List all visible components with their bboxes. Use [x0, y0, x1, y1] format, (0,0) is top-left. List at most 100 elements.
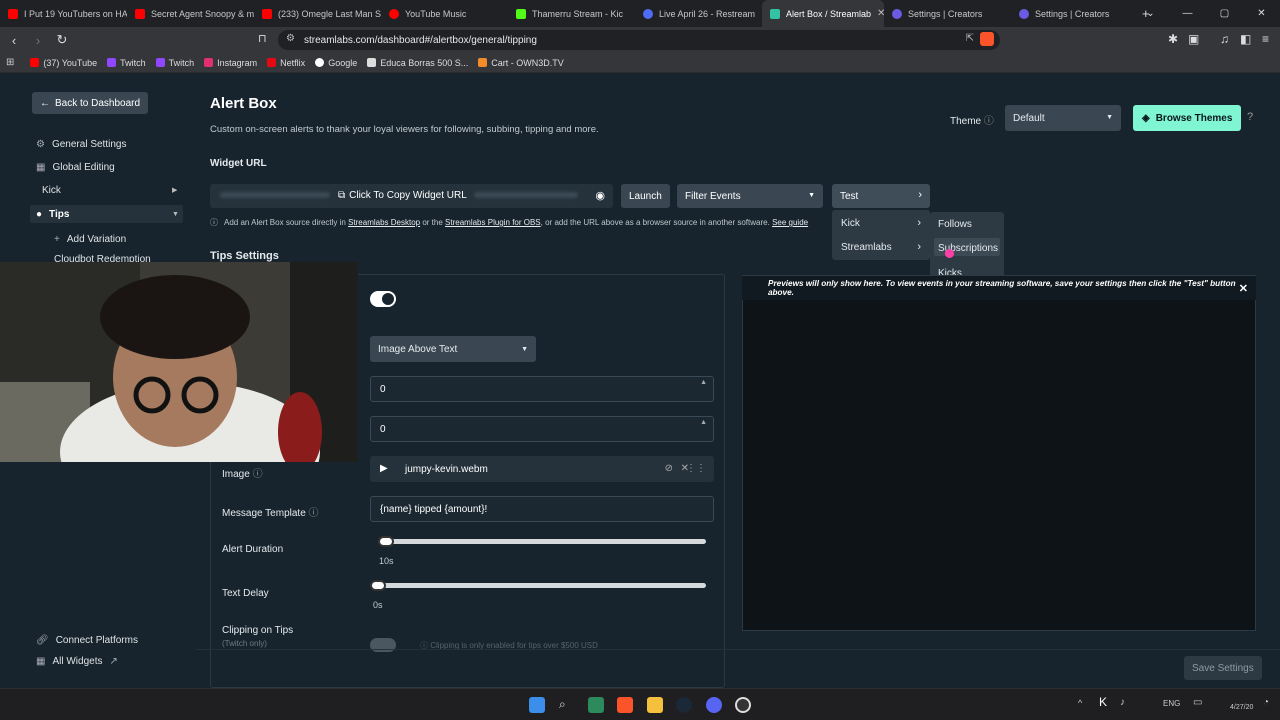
launch-label: Launch [629, 190, 662, 202]
apps-icon[interactable]: ⊞ [6, 57, 14, 68]
browser-tab[interactable]: I Put 19 YouTubers on HA [0, 0, 127, 27]
bookmark-item[interactable]: Educa Borras 500 S... [367, 58, 468, 68]
site-info-icon[interactable]: ⚙ [286, 33, 295, 44]
sidebar-toggle-icon[interactable]: ◧ [1240, 32, 1251, 46]
clock-date[interactable]: 4/27/20 [1230, 704, 1253, 711]
bookmark-item[interactable]: Instagram [204, 58, 257, 68]
tab-search-icon[interactable]: ⌄ [1132, 8, 1169, 19]
test-menu-item-kick[interactable]: Kick › [841, 216, 925, 230]
document-icon [367, 58, 377, 67]
bookmark-item[interactable]: Netflix [267, 58, 305, 68]
image-file-field[interactable]: ▶ jumpy-kevin.webm ⊘ ✕ ⋮⋮ [370, 456, 714, 482]
help-icon[interactable]: ? [1247, 111, 1253, 123]
browser-tab[interactable]: Thamerru Stream - Kic [508, 0, 635, 27]
minimize-icon[interactable]: — [1169, 8, 1206, 19]
window-controls: ⌄ — ▢ ✕ [1132, 0, 1280, 27]
url-field[interactable]: ⚙ streamlabs.com/dashboard#/alertbox/gen… [278, 30, 1000, 50]
notification-icon[interactable]: ◔ [1263, 697, 1269, 708]
see-guide-link[interactable]: See guide [772, 218, 808, 227]
launch-button[interactable]: Launch [621, 184, 670, 208]
alert-duration-slider[interactable] [378, 539, 706, 544]
browser-tab[interactable]: (233) Omegle Last Man St [254, 0, 381, 27]
display-icon[interactable]: ▭ [1193, 697, 1202, 708]
back-to-dashboard-button[interactable]: ← Back to Dashboard [32, 92, 149, 114]
blurred-url [220, 192, 330, 198]
close-icon[interactable]: ✕ [1239, 282, 1248, 295]
browser-tab-active[interactable]: Alert Box / Streamlab ✕ [762, 0, 884, 27]
browse-label: Browse Themes [1155, 112, 1233, 124]
eye-icon[interactable]: ◉ [595, 189, 605, 202]
link-icon[interactable]: ⊘ [665, 463, 673, 474]
toggle-knob [382, 293, 394, 305]
save-settings-button[interactable]: Save Settings [1184, 656, 1262, 680]
theme-value: Default [1013, 113, 1045, 124]
copy-widget-url-button[interactable]: ⧉ Click To Copy Widget URL [338, 190, 467, 201]
folder-icon[interactable] [647, 697, 663, 713]
enable-toggle[interactable] [370, 291, 396, 307]
number-input[interactable]: 0 ▲ [370, 416, 714, 442]
test-button[interactable]: Test › [832, 184, 930, 208]
widget-url-field[interactable]: ⧉ Click To Copy Widget URL ◉ [210, 184, 613, 208]
kick-tray-icon[interactable]: K [1099, 695, 1107, 709]
browser-tab[interactable]: Settings | Creators [884, 0, 1011, 27]
filter-events-dropdown[interactable]: Filter Events ▼ [677, 184, 823, 208]
tray-overflow-icon[interactable]: ^ [1078, 698, 1082, 708]
volume-icon[interactable]: ♪ [1120, 697, 1125, 708]
sidebar-item-all-widgets[interactable]: ▦ All Widgets ↗ [36, 652, 118, 670]
bookmark-icon[interactable]: ⊓ [258, 32, 267, 45]
bookmark-item[interactable]: Twitch [107, 58, 146, 68]
obs-plugin-link[interactable]: Streamlabs Plugin for OBS [445, 218, 541, 227]
language-indicator[interactable]: ENG [1163, 699, 1180, 708]
brave-shield-icon[interactable] [980, 32, 994, 46]
bookmark-item[interactable]: (37) YouTube [30, 58, 97, 68]
tips-icon: ● [36, 208, 43, 220]
browse-themes-button[interactable]: ◈ Browse Themes [1133, 105, 1242, 131]
obs-icon[interactable] [735, 697, 751, 713]
text-delay-slider[interactable] [370, 583, 706, 588]
wallet-icon[interactable]: ▣ [1188, 32, 1199, 46]
layout-dropdown[interactable]: Image Above Text ▼ [370, 336, 536, 362]
share-icon[interactable]: ⇱ [966, 33, 974, 44]
search-icon[interactable]: ⌕ [559, 697, 575, 713]
sidebar-item-tips[interactable]: ● Tips ▼ [36, 205, 179, 223]
sidebar-item-general-settings[interactable]: ⚙ General Settings [36, 135, 126, 153]
browser-tab[interactable]: YouTube Music [381, 0, 508, 27]
brave-icon[interactable] [617, 697, 633, 713]
sidebar-item-global-editing[interactable]: ▦ Global Editing [36, 158, 115, 176]
sidebar-item-add-variation[interactable]: + Add Variation [54, 230, 126, 248]
reload-icon[interactable]: ↻ [52, 32, 72, 48]
stepper-icon[interactable]: ▲ [700, 419, 707, 426]
grid-icon[interactable]: ⋮⋮ [686, 463, 706, 474]
app-icon[interactable] [588, 697, 604, 713]
start-icon[interactable] [529, 697, 545, 713]
sidebar-item-kick[interactable]: Kick ▶ [42, 181, 177, 199]
close-tab-icon[interactable]: ✕ [871, 8, 884, 19]
bookmark-label: Cart - OWN3D.TV [491, 57, 564, 68]
browser-tab[interactable]: Live April 26 - Restream [635, 0, 762, 27]
bookmark-item[interactable]: Cart - OWN3D.TV [478, 58, 564, 68]
test-menu-item-follows[interactable]: Follows [938, 217, 972, 231]
browser-tab[interactable]: Secret Agent Snoopy & m [127, 0, 254, 27]
extensions-icon[interactable]: ✱ [1168, 32, 1178, 46]
number-input[interactable]: 0 ▲ [370, 376, 714, 402]
forward-icon[interactable]: › [28, 33, 48, 48]
steam-icon[interactable] [676, 697, 692, 713]
maximize-icon[interactable]: ▢ [1206, 8, 1243, 19]
discord-icon[interactable] [706, 697, 722, 713]
bookmark-item[interactable]: Twitch [155, 58, 194, 68]
test-menu-item-streamlabs[interactable]: Streamlabs › [841, 240, 925, 254]
sidebar-item-connect-platforms[interactable]: 🔗︎ Connect Platforms [36, 631, 138, 649]
back-icon[interactable]: ‹ [4, 33, 24, 48]
message-template-field[interactable]: {name} tipped {amount}! [370, 496, 714, 522]
slider-handle[interactable] [378, 536, 394, 547]
streamlabs-desktop-link[interactable]: Streamlabs Desktop [348, 218, 420, 227]
stepper-icon[interactable]: ▲ [700, 379, 707, 386]
theme-dropdown[interactable]: Default ▼ [1005, 105, 1121, 131]
close-window-icon[interactable]: ✕ [1243, 8, 1280, 19]
browser-tab[interactable]: Settings | Creators [1011, 0, 1138, 27]
slider-handle[interactable] [370, 580, 386, 591]
clipping-label: Clipping on Tips [222, 625, 294, 636]
bookmark-item[interactable]: Google [315, 58, 357, 68]
menu-icon[interactable]: ≡ [1262, 32, 1269, 46]
media-icon[interactable]: ♫ [1220, 32, 1229, 46]
